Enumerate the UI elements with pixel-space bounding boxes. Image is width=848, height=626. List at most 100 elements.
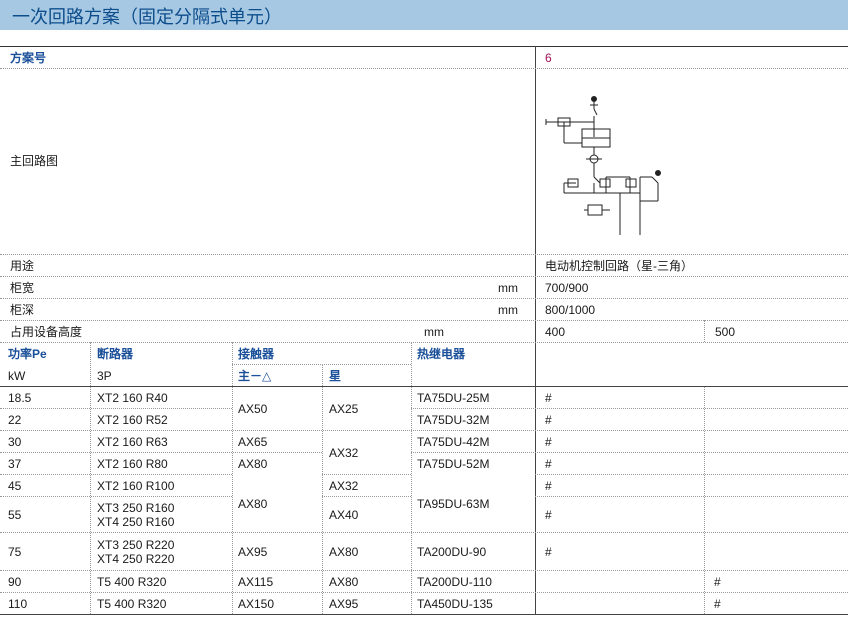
availability-mark: #	[545, 435, 552, 449]
row-divider	[0, 342, 848, 343]
row-divider	[0, 452, 322, 453]
page-title: 一次回路方案（固定分隔式单元）	[12, 7, 282, 27]
breaker-cell: XT4 250 R220	[97, 552, 175, 566]
breaker-cell: XT2 160 R100	[97, 479, 175, 493]
column-divider-height	[704, 320, 705, 342]
breaker-cell: XT3 250 R220	[97, 538, 175, 552]
col-header-breaker-sub: 3P	[97, 369, 112, 383]
row-divider	[0, 408, 232, 409]
power-cell: 90	[8, 575, 22, 589]
availability-mark: #	[545, 479, 552, 493]
col-header-power-unit: kW	[8, 369, 26, 383]
column-divider-breaker	[90, 342, 91, 614]
relay-cell: TA450DU-135	[417, 597, 493, 611]
power-cell: 30	[8, 435, 22, 449]
col-header-contactor: 接触器	[238, 347, 275, 361]
relay-cell: TA75DU-52M	[417, 457, 490, 471]
power-cell: 22	[8, 413, 22, 427]
contactor-star-cell: AX32	[329, 479, 359, 493]
breaker-cell: T5 400 R320	[97, 575, 167, 589]
table-bottom-border	[0, 614, 848, 615]
title-banner: 一次回路方案（固定分隔式单元）	[0, 0, 848, 30]
power-cell: 75	[8, 545, 22, 559]
contactor-main-cell: AX150	[238, 597, 275, 611]
row-divider	[535, 496, 848, 497]
power-cell: 18.5	[8, 391, 32, 405]
width-unit: mm	[498, 281, 518, 295]
row-divider	[0, 592, 848, 593]
row-divider	[0, 532, 848, 533]
width-value: 700/900	[545, 281, 589, 295]
column-divider-relay	[411, 342, 412, 614]
row-divider	[0, 320, 848, 321]
row-divider	[0, 570, 848, 571]
main-circuit-label: 主回路图	[10, 154, 59, 168]
row-divider	[411, 452, 848, 453]
power-cell: 55	[8, 508, 22, 522]
breaker-cell: T5 400 R320	[97, 597, 167, 611]
power-cell: 37	[8, 457, 22, 471]
relay-cell: TA95DU-63M	[417, 497, 490, 511]
col-header-relay: 热继电器	[417, 347, 466, 361]
contactor-main-cell: AX65	[238, 435, 268, 449]
table-top-border	[0, 46, 848, 47]
contactor-main-cell: AX50	[238, 402, 268, 416]
row-divider	[0, 430, 848, 431]
row-divider	[0, 496, 232, 497]
row-divider	[0, 254, 848, 255]
availability-mark: #	[545, 545, 552, 559]
col-header-power: 功率Pe	[8, 347, 47, 361]
usage-label: 用途	[10, 259, 35, 273]
scheme-number-value: 6	[545, 51, 552, 65]
col-header-contactor-main: 主－△	[238, 369, 272, 383]
row-divider	[0, 298, 848, 299]
contactor-star-cell: AX32	[329, 446, 359, 460]
row-divider	[535, 474, 848, 475]
power-cell: 45	[8, 479, 22, 493]
column-divider-star	[322, 364, 323, 614]
row-divider	[322, 474, 411, 475]
height-value-2: 500	[715, 325, 736, 339]
breaker-cell: XT4 250 R160	[97, 515, 175, 529]
col-header-breaker: 断路器	[97, 347, 134, 361]
availability-mark: #	[545, 508, 552, 522]
row-divider	[411, 408, 848, 409]
contactor-star-cell: AX80	[329, 575, 359, 589]
relay-cell: TA200DU-90	[417, 545, 487, 559]
depth-value: 800/1000	[545, 303, 596, 317]
table-header-bottom	[0, 386, 848, 387]
contactor-star-cell: AX40	[329, 508, 359, 522]
power-cell: 110	[8, 597, 28, 611]
availability-mark: #	[714, 575, 721, 589]
height-label: 占用设备高度	[10, 325, 83, 339]
availability-mark: #	[545, 391, 552, 405]
main-circuit-diagram	[545, 96, 661, 235]
breaker-cell: XT3 250 R160	[97, 501, 175, 515]
column-divider-contactor	[232, 342, 233, 614]
column-divider-main	[535, 46, 536, 614]
depth-label: 柜深	[10, 303, 35, 317]
contactor-star-cell: AX95	[329, 597, 359, 611]
row-divider	[0, 474, 232, 475]
relay-cell: TA75DU-42M	[417, 435, 490, 449]
column-divider-height-table	[704, 386, 705, 614]
contactor-star-cell: AX25	[329, 402, 359, 416]
contactor-main-cell: AX95	[238, 545, 268, 559]
height-unit: mm	[424, 325, 444, 339]
contactor-main-cell: AX80	[238, 457, 268, 471]
breaker-cell: XT2 160 R80	[97, 457, 168, 471]
relay-cell: TA75DU-25M	[417, 391, 490, 405]
usage-value: 电动机控制回路（星-三角）	[545, 259, 693, 273]
breaker-cell: XT2 160 R63	[97, 435, 168, 449]
depth-unit: mm	[498, 303, 518, 317]
row-divider	[0, 276, 848, 277]
breaker-cell: XT2 160 R52	[97, 413, 168, 427]
row-divider	[322, 496, 411, 497]
availability-mark: #	[714, 597, 721, 611]
availability-mark: #	[545, 413, 552, 427]
relay-cell: TA200DU-110	[417, 575, 492, 589]
contactor-main-cell: AX80	[238, 497, 268, 511]
contactor-main-cell: AX115	[238, 575, 274, 589]
row-divider	[0, 68, 848, 69]
height-value-1: 400	[545, 325, 566, 339]
